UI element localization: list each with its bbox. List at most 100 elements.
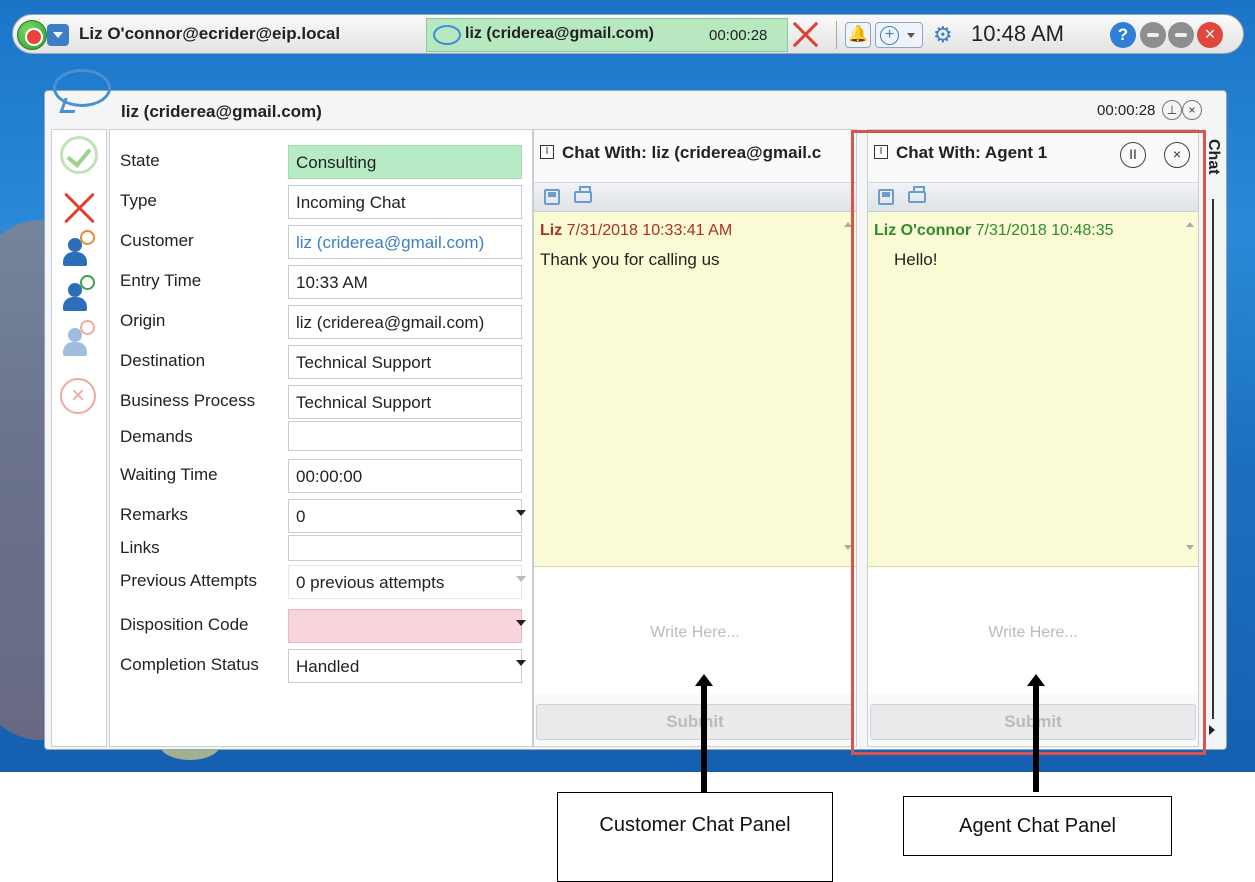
- customer-chat-panel: I Chat With: liz (criderea@gmail.c Liz 7…: [533, 129, 857, 747]
- agent-panel-highlight: [851, 130, 1206, 755]
- minimize-icon[interactable]: [1140, 22, 1166, 48]
- business-process-field: Technical Support: [288, 385, 522, 419]
- chevron-down-icon: [907, 33, 915, 38]
- previous-attempts-select: 0 previous attempts: [288, 565, 522, 599]
- expand-arrow-icon[interactable]: [1209, 725, 1215, 735]
- conference-agent-icon[interactable]: [60, 275, 96, 315]
- agent-callout-box: Agent Chat Panel: [903, 796, 1172, 856]
- detail-row-entry-time: Entry Time 10:33 AM: [110, 262, 534, 299]
- window-title: liz (criderea@gmail.com): [121, 102, 322, 121]
- message-sender: Liz: [540, 222, 563, 239]
- customer-link[interactable]: liz (criderea@gmail.com): [288, 225, 522, 259]
- customer-callout-box: Customer Chat Panel: [557, 792, 833, 882]
- detail-label: Demands: [120, 427, 193, 446]
- detail-label: Customer: [120, 231, 194, 250]
- chevron-down-icon[interactable]: [516, 660, 526, 666]
- customer-callout-text: Customer Chat Panel: [599, 814, 791, 836]
- detail-row-previous-attempts: Previous Attempts 0 previous attempts: [110, 562, 534, 599]
- message-timestamp: 7/31/2018 10:33:41 AM: [566, 222, 733, 239]
- agent-callout-text: Agent Chat Panel: [959, 815, 1116, 837]
- customer-chat-toolbar: [534, 182, 856, 212]
- end-session-icon[interactable]: [788, 17, 822, 51]
- agent-name: Liz O'connor@ecrider@eip.local: [79, 24, 341, 43]
- detail-row-completion-status: Completion Status Handled: [110, 646, 534, 683]
- close-window-icon[interactable]: ×: [1182, 100, 1202, 120]
- help-icon[interactable]: ?: [1110, 22, 1136, 48]
- top-toolbar: Liz O'connor@ecrider@eip.local liz (crid…: [12, 14, 1244, 54]
- collapse-toggle-icon[interactable]: I: [540, 145, 554, 159]
- detail-label: Previous Attempts: [120, 571, 258, 590]
- save-icon[interactable]: [544, 189, 560, 205]
- customer-chat-title: Chat With: liz (criderea@gmail.c: [562, 143, 822, 162]
- detail-label: Remarks: [120, 505, 189, 524]
- customer-chat-header: I Chat With: liz (criderea@gmail.c: [534, 138, 856, 170]
- cancel-icon[interactable]: ×: [60, 378, 96, 414]
- detail-label: Disposition Code: [120, 615, 249, 634]
- detail-label: Origin: [120, 311, 166, 330]
- chat-bubble-icon: [433, 25, 461, 45]
- transfer-agent-icon[interactable]: [60, 230, 96, 270]
- close-app-icon[interactable]: ×: [1197, 22, 1223, 48]
- chevron-down-icon[interactable]: [516, 510, 526, 516]
- side-tab-label: Chat: [1205, 139, 1222, 175]
- completion-status-select[interactable]: Handled: [288, 649, 522, 683]
- origin-field: liz (criderea@gmail.com): [288, 305, 522, 339]
- chevron-down-icon[interactable]: [516, 620, 526, 626]
- disposition-code-select[interactable]: [288, 609, 522, 643]
- state-field: Consulting: [288, 145, 522, 179]
- session-label: liz (criderea@gmail.com): [465, 25, 654, 42]
- entry-time-field: 10:33 AM: [288, 265, 522, 299]
- chat-side-tab[interactable]: Chat: [1203, 129, 1225, 747]
- gear-icon[interactable]: ⚙: [933, 22, 953, 48]
- message-header: Liz 7/31/2018 10:33:41 AM: [540, 222, 732, 240]
- detail-row-disposition-code: Disposition Code: [110, 606, 534, 643]
- action-icon-column: ×: [51, 129, 107, 747]
- detail-row-type: Type Incoming Chat: [110, 182, 534, 219]
- detail-label: Type: [120, 191, 157, 210]
- remarks-select[interactable]: 0: [288, 499, 522, 533]
- reject-icon[interactable]: [60, 188, 98, 226]
- plus-icon: +: [880, 26, 899, 45]
- detail-row-business-process: Business Process Technical Support: [110, 382, 534, 419]
- restore-icon[interactable]: [1168, 22, 1194, 48]
- destination-field: Technical Support: [288, 345, 522, 379]
- new-session-button[interactable]: +: [875, 22, 923, 48]
- detail-row-demands: Demands: [110, 418, 534, 454]
- customer-callout-line: [701, 684, 707, 792]
- detail-label: Links: [120, 538, 160, 557]
- waiting-time-field: 00:00:00: [288, 459, 522, 493]
- detail-label: Waiting Time: [120, 465, 218, 484]
- chat-logo-icon: [53, 69, 111, 107]
- detail-row-origin: Origin liz (criderea@gmail.com): [110, 302, 534, 339]
- detail-row-destination: Destination Technical Support: [110, 342, 534, 379]
- remove-agent-icon: [60, 320, 96, 360]
- detail-row-waiting-time: Waiting Time 00:00:00: [110, 456, 534, 493]
- print-icon[interactable]: [574, 186, 592, 203]
- accept-icon[interactable]: [60, 136, 98, 174]
- active-session-tab[interactable]: liz (criderea@gmail.com) 00:00:28: [426, 18, 788, 52]
- detail-row-remarks: Remarks 0: [110, 496, 534, 533]
- clock: 10:48 AM: [971, 21, 1064, 46]
- agent-status-icon[interactable]: [17, 20, 47, 50]
- detail-label: Completion Status: [120, 655, 259, 674]
- detail-row-customer: Customer liz (criderea@gmail.com): [110, 222, 534, 259]
- detail-label: State: [120, 151, 160, 170]
- window-timer: 00:00:28: [1097, 102, 1156, 119]
- links-field[interactable]: [288, 535, 522, 561]
- detail-label: Entry Time: [120, 271, 202, 290]
- agent-callout-line: [1033, 684, 1039, 792]
- bell-icon[interactable]: 🔔: [845, 22, 871, 48]
- message-text: Thank you for calling us: [540, 250, 720, 269]
- detail-row-state: State Consulting: [110, 142, 534, 179]
- status-dropdown-button[interactable]: [47, 24, 69, 46]
- demands-field[interactable]: [288, 421, 522, 451]
- detail-label: Destination: [120, 351, 206, 370]
- customer-chat-log: Liz 7/31/2018 10:33:41 AM Thank you for …: [534, 212, 856, 567]
- type-field: Incoming Chat: [288, 185, 522, 219]
- pin-icon[interactable]: ⊥: [1162, 100, 1182, 120]
- customer-submit-button[interactable]: Submit: [536, 704, 854, 740]
- chevron-down-icon: [516, 576, 526, 582]
- session-details-panel: State Consulting Type Incoming Chat Cust…: [109, 129, 533, 747]
- input-placeholder: Write Here...: [650, 624, 740, 641]
- detail-label: Business Process: [120, 391, 256, 410]
